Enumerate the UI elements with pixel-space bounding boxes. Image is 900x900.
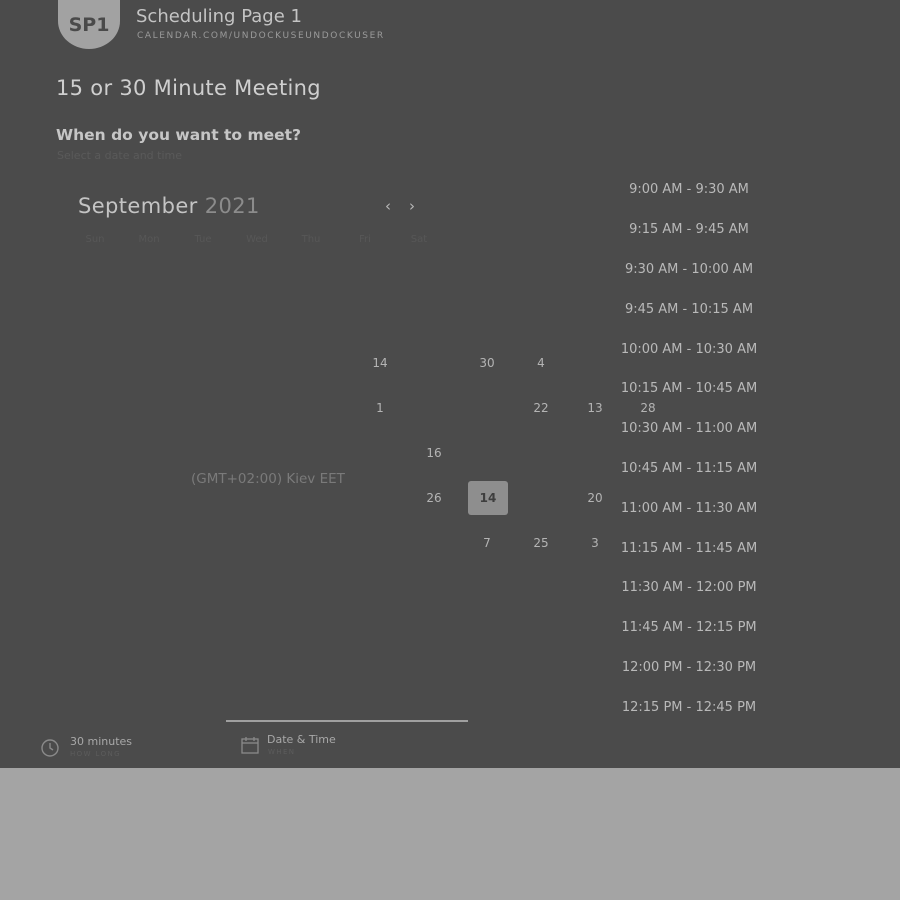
calendar-month: September [78, 194, 198, 218]
calendar-day[interactable]: 25 [521, 526, 561, 560]
meeting-title: 15 or 30 Minute Meeting [56, 76, 321, 100]
calendar-day[interactable]: 16 [414, 436, 454, 470]
time-slot[interactable]: 9:30 AM - 10:00 AM [612, 250, 766, 290]
chevron-left-icon: ‹ [385, 197, 391, 215]
time-slot[interactable]: 11:30 AM - 12:00 PM [612, 568, 766, 608]
calendar-day[interactable]: 26 [414, 481, 454, 515]
prev-month-button[interactable]: ‹ [385, 197, 391, 215]
time-slot[interactable]: 9:00 AM - 9:30 AM [612, 170, 766, 210]
calendar-day[interactable]: 1 [360, 391, 400, 425]
weekday-label: Sat [410, 234, 428, 245]
weekday-label: Mon [138, 234, 160, 245]
step-duration-label: 30 minutes [70, 735, 133, 748]
next-month-button[interactable]: › [409, 197, 415, 215]
when-heading: When do you want to meet? [56, 126, 302, 144]
time-slot[interactable]: 10:00 AM - 10:30 AM [612, 329, 766, 369]
calendar-month-label: September 2021 [78, 194, 260, 218]
calendar-year: 2021 [204, 194, 260, 218]
weekday-label: Wed [246, 234, 268, 245]
page-title: Scheduling Page 1 [136, 6, 302, 27]
clock-icon [40, 738, 60, 762]
calendar-day[interactable]: 3 [575, 526, 615, 560]
scheduling-page: SP1 Scheduling Page 1 CALENDAR.COM/UNDOC… [0, 0, 900, 768]
time-slot[interactable]: 10:15 AM - 10:45 AM [612, 369, 766, 409]
weekday-label: Tue [194, 234, 212, 245]
step-datetime-label: Date & Time [267, 733, 336, 746]
calendar-day-selected[interactable]: 14 [468, 481, 508, 515]
time-slot[interactable]: 9:45 AM - 10:15 AM [612, 289, 766, 329]
time-slot[interactable]: 10:30 AM - 11:00 AM [612, 409, 766, 449]
step-duration-sub: HOW LONG [70, 750, 121, 758]
time-slot[interactable]: 11:15 AM - 11:45 AM [612, 528, 766, 568]
chevron-right-icon: › [409, 197, 415, 215]
page-url[interactable]: CALENDAR.COM/UNDOCKUSEUNDOCKUSER [137, 31, 385, 41]
weekday-label: Fri [359, 234, 371, 245]
calendar-day[interactable]: 13 [575, 391, 615, 425]
when-subtitle: Select a date and time [57, 149, 183, 162]
avatar: SP1 [58, 0, 120, 49]
calendar-day[interactable]: 7 [467, 526, 507, 560]
time-slot[interactable]: 12:15 PM - 12:45 PM [612, 687, 766, 727]
time-slot[interactable]: 9:15 AM - 9:45 AM [612, 210, 766, 250]
weekday-label: Thu [301, 234, 321, 245]
time-slot[interactable]: 10:45 AM - 11:15 AM [612, 449, 766, 489]
weekday-label: Sun [85, 234, 105, 245]
calendar-day[interactable]: 14 [360, 346, 400, 380]
weekday-header: Sun Mon Tue Wed Thu Fri Sat [68, 234, 446, 245]
step-datetime-sub: WHEN [268, 748, 296, 756]
calendar-icon [240, 735, 260, 759]
time-slot[interactable]: 11:00 AM - 11:30 AM [612, 488, 766, 528]
calendar-day[interactable]: 22 [521, 391, 561, 425]
calendar-day[interactable]: 30 [467, 346, 507, 380]
time-slot-list: 9:00 AM - 9:30 AM 9:15 AM - 9:45 AM 9:30… [612, 170, 766, 727]
calendar-day[interactable]: 20 [575, 481, 615, 515]
timezone-label[interactable]: (GMT+02:00) Kiev EET [191, 471, 345, 487]
step-progress-indicator [226, 720, 468, 722]
time-slot[interactable]: 11:45 AM - 12:15 PM [612, 608, 766, 648]
calendar-day[interactable]: 4 [521, 346, 561, 380]
time-slot[interactable]: 12:00 PM - 12:30 PM [612, 648, 766, 688]
